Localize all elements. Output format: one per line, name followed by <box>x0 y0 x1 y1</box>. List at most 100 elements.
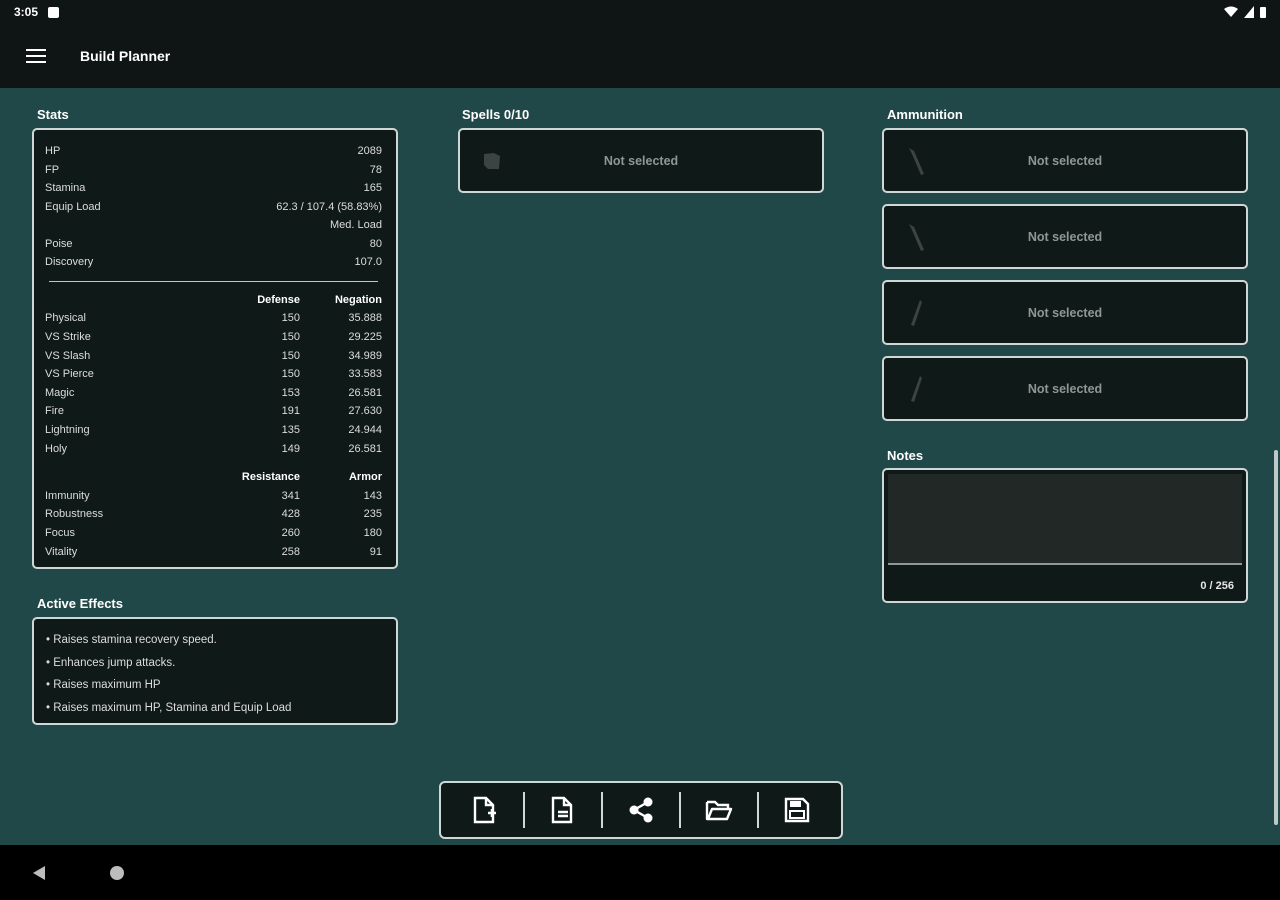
table-row: VS Strike 150 29.225 <box>45 328 382 347</box>
stat-name: Equip Load <box>45 200 101 213</box>
new-file-icon <box>473 796 496 824</box>
bolt-icon <box>911 299 922 326</box>
ammunition-label: Ammunition <box>887 107 963 122</box>
effects-list: • Raises stamina recovery speed. • Enhanc… <box>46 629 384 719</box>
spell-slot-text: Not selected <box>603 153 679 168</box>
save-build-button[interactable] <box>759 783 835 837</box>
notification-icon <box>48 6 60 18</box>
row-label: Magic <box>45 386 75 399</box>
row-value-1: 260 <box>281 526 300 539</box>
ammo-slot-4[interactable]: Not selected <box>882 356 1248 421</box>
ammo-slot-1[interactable]: Not selected <box>882 128 1248 193</box>
divider <box>49 280 378 282</box>
effect-item: • Raises stamina recovery speed. <box>46 634 217 647</box>
arrow-icon <box>909 147 924 175</box>
row-label: Lightning <box>45 423 90 436</box>
table-row: Physical 150 35.888 <box>45 309 382 328</box>
stat-value: 107.0 <box>354 256 382 269</box>
copy-build-button[interactable] <box>525 783 601 837</box>
new-build-button[interactable] <box>447 783 523 837</box>
spells-label: Spells 0/10 <box>462 107 530 122</box>
ammo-slot-3[interactable]: Not selected <box>882 280 1248 345</box>
home-icon[interactable] <box>108 864 126 882</box>
active-effects-label: Active Effects <box>37 596 123 611</box>
scrollbar[interactable] <box>1274 450 1278 825</box>
row-value-2: 91 <box>369 545 382 558</box>
row-value-2: 180 <box>363 526 382 539</box>
stat-value: 2089 <box>357 145 382 158</box>
row-value-2: 24.944 <box>348 423 382 436</box>
share-icon <box>629 797 653 823</box>
stat-value: 80 <box>369 237 382 250</box>
stat-name: FP <box>45 163 60 176</box>
stat-row: Poise 80 <box>45 235 382 254</box>
ammo-slot-text: Not selected <box>1027 153 1103 168</box>
stats-card: HP 2089 FP 78 Stamina 165 Equip Load 62.3 / 107… <box>32 128 398 569</box>
row-value-2: 35.888 <box>348 312 382 325</box>
share-button[interactable] <box>603 783 679 837</box>
defense-header: Defense Negation <box>45 291 382 310</box>
row-label: VS Pierce <box>45 368 94 381</box>
stat-row: FP 78 <box>45 161 382 180</box>
resistance-col-header: Resistance <box>241 471 300 484</box>
stat-value: 78 <box>369 163 382 176</box>
resistance-table: Immunity 341 143 Robustness 428 235 Focus 260 18… <box>45 486 382 560</box>
row-label: VS Slash <box>45 349 91 362</box>
notes-card: 0 / 256 <box>882 468 1248 603</box>
notes-input[interactable] <box>888 474 1242 565</box>
hamburger-icon <box>26 49 46 63</box>
row-value-1: 428 <box>281 508 300 521</box>
row-value-2: 143 <box>363 489 382 502</box>
armor-col-header: Armor <box>348 471 382 484</box>
row-value-1: 150 <box>281 349 300 362</box>
table-row: Immunity 341 143 <box>45 486 382 505</box>
row-label: Robustness <box>45 508 104 521</box>
stat-row: Med. Load <box>45 216 382 235</box>
row-value-1: 341 <box>281 489 300 502</box>
defense-table: Physical 150 35.888 VS Strike 150 29.225 VS Sl… <box>45 309 382 458</box>
app-bar: Build Planner <box>0 24 1280 88</box>
ammo-slot-text: Not selected <box>1027 305 1103 320</box>
notes-label: Notes <box>887 448 924 463</box>
open-build-button[interactable] <box>681 783 757 837</box>
battery-icon <box>1260 7 1266 18</box>
resistance-header: Resistance Armor <box>45 468 382 487</box>
defense-col-header: Defense <box>257 293 300 306</box>
table-row: Robustness 428 235 <box>45 505 382 524</box>
wifi-icon <box>1224 6 1238 17</box>
row-value-2: 26.581 <box>348 386 382 399</box>
negation-col-header: Negation <box>334 293 382 306</box>
row-label: VS Strike <box>45 330 91 343</box>
row-value-2: 26.581 <box>348 442 382 455</box>
notes-char-counter: 0 / 256 <box>1200 580 1234 592</box>
status-icons <box>1224 6 1266 18</box>
spell-book-icon <box>484 152 500 169</box>
stat-value: 165 <box>363 182 382 195</box>
menu-button[interactable] <box>0 24 72 88</box>
row-value-2: 34.989 <box>348 349 382 362</box>
row-label: Focus <box>45 526 75 539</box>
row-value-1: 258 <box>281 545 300 558</box>
stat-row: Equip Load 62.3 / 107.4 (58.83%) <box>45 198 382 217</box>
table-row: Lightning 135 24.944 <box>45 421 382 440</box>
table-row: Magic 153 26.581 <box>45 383 382 402</box>
ammo-slot-text: Not selected <box>1027 381 1103 396</box>
row-value-1: 149 <box>281 442 300 455</box>
row-value-1: 150 <box>281 312 300 325</box>
ammo-slot-2[interactable]: Not selected <box>882 204 1248 269</box>
stat-name: Discovery <box>45 256 94 269</box>
stat-value: Med. Load <box>330 219 382 232</box>
active-effects-card: • Raises stamina recovery speed. • Enhanc… <box>32 617 398 725</box>
row-label: Holy <box>45 442 68 455</box>
table-row: Vitality 258 91 <box>45 542 382 561</box>
row-value-2: 33.583 <box>348 368 382 381</box>
spell-slot[interactable]: Not selected <box>458 128 824 193</box>
folder-open-icon <box>705 800 733 821</box>
row-value-2: 235 <box>363 508 382 521</box>
back-icon[interactable] <box>30 864 48 882</box>
row-label: Immunity <box>45 489 90 502</box>
row-label: Vitality <box>45 545 78 558</box>
stats-label: Stats <box>37 107 69 122</box>
file-copy-icon <box>551 796 573 824</box>
table-row: VS Pierce 150 33.583 <box>45 365 382 384</box>
